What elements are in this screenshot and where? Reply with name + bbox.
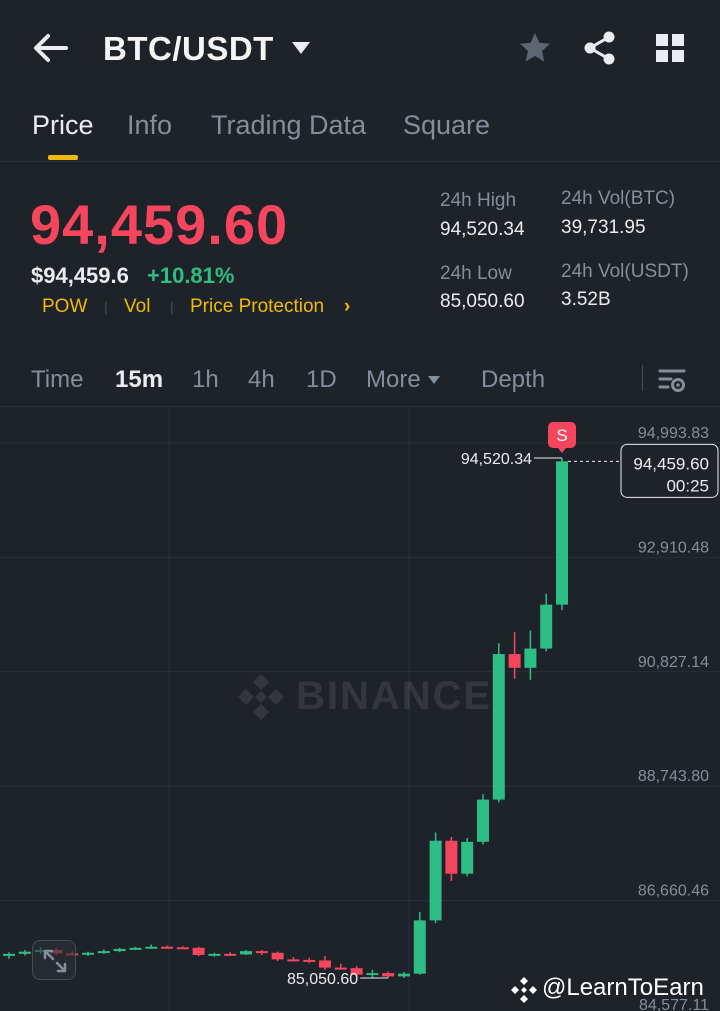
- tab-info[interactable]: Info: [127, 110, 172, 141]
- signal-badge-pointer: [558, 448, 566, 454]
- trading-pair-title[interactable]: BTC/USDT: [103, 30, 274, 68]
- dropdown-caret-icon[interactable]: [290, 40, 312, 56]
- tab-price[interactable]: Price: [32, 110, 94, 141]
- candle-body: [366, 973, 379, 976]
- candle-body: [461, 841, 474, 874]
- interval-1d[interactable]: 1D: [306, 366, 337, 394]
- candle-body: [334, 967, 347, 970]
- tag-price-protection[interactable]: Price Protection: [190, 296, 324, 318]
- candle-body: [113, 948, 126, 952]
- high-marker-label: 94,520.34: [461, 451, 532, 468]
- candle-body: [429, 840, 442, 921]
- tag-pow[interactable]: POW: [42, 296, 87, 318]
- candle-body: [3, 953, 15, 956]
- candle-body: [82, 952, 94, 955]
- tab-square[interactable]: Square: [403, 110, 490, 141]
- candle-body: [492, 654, 505, 800]
- candle-body: [129, 947, 142, 950]
- top-bar: BTC/USDT: [0, 0, 720, 100]
- low-label: 24h Low: [440, 263, 512, 284]
- candle-body: [192, 947, 205, 955]
- interval-4h[interactable]: 4h: [248, 366, 275, 394]
- candle-body: [224, 953, 237, 956]
- candle-body: [556, 461, 568, 605]
- credit-text: @LearnToEarn: [542, 974, 704, 1001]
- candle-body: [240, 951, 252, 955]
- candle-body: [287, 959, 300, 962]
- interval-15m[interactable]: 15m: [115, 366, 163, 394]
- candle-body: [398, 973, 410, 977]
- y-axis-tick-label: 92,910.48: [638, 539, 709, 556]
- binance-logo-icon: [238, 674, 284, 720]
- candle-body: [540, 604, 553, 649]
- grid-menu-icon[interactable]: [653, 31, 687, 65]
- binance-watermark: BINANCE: [236, 672, 490, 722]
- low-marker-label: 85,050.60: [287, 971, 358, 988]
- candle-body: [382, 973, 395, 977]
- star-icon[interactable]: [517, 30, 553, 66]
- fullscreen-button[interactable]: [32, 940, 76, 980]
- binance-logo-icon: [511, 977, 537, 1003]
- candle-body: [97, 951, 110, 954]
- candle-body: [18, 951, 31, 954]
- interval-time[interactable]: Time: [31, 366, 83, 394]
- candle-body: [477, 799, 489, 842]
- tab-trading-data[interactable]: Trading Data: [211, 110, 366, 141]
- expand-icon: [43, 949, 67, 973]
- price-change-percent: +10.81%: [147, 263, 235, 288]
- divider: [642, 365, 643, 391]
- more-caret-icon[interactable]: [427, 375, 441, 385]
- share-icon[interactable]: [582, 30, 618, 66]
- vol-usdt-label: 24h Vol(USDT): [561, 261, 689, 282]
- candle-body: [208, 953, 221, 956]
- interval-more[interactable]: More: [366, 366, 421, 394]
- interval-1h[interactable]: 1h: [192, 366, 219, 394]
- back-arrow-icon[interactable]: [30, 30, 70, 66]
- countdown-label: 00:25: [666, 476, 709, 495]
- candle-body: [161, 946, 173, 949]
- candle-body: [508, 654, 521, 668]
- candle-body: [445, 840, 458, 874]
- high-label: 24h High: [440, 190, 517, 211]
- y-axis-tick-label: 86,660.46: [638, 883, 709, 900]
- candle-body: [303, 959, 316, 962]
- signal-badge-label: S: [556, 426, 567, 445]
- interval-bar: Time 15m 1h 4h 1D More Depth: [0, 355, 720, 407]
- candle-body: [271, 952, 284, 960]
- vol-btc-label: 24h Vol(BTC): [561, 188, 676, 209]
- tag-separator: |: [104, 299, 108, 315]
- chevron-right-icon[interactable]: ›: [344, 296, 350, 318]
- current-price-label: 94,459.60: [633, 454, 709, 473]
- chart-settings-icon[interactable]: [657, 365, 687, 395]
- vol-btc-value: 39,731.95: [561, 217, 646, 238]
- candle-body: [176, 947, 189, 950]
- candle-body: [319, 960, 331, 968]
- high-value: 94,520.34: [440, 219, 525, 240]
- section-tabs: Price Info Trading Data Square: [0, 100, 720, 162]
- tag-separator: |: [170, 299, 174, 315]
- active-tab-indicator: [48, 155, 78, 160]
- watermark-text: BINANCE: [296, 674, 493, 718]
- y-axis-tick-label: 88,743.80: [638, 768, 709, 785]
- usd-price: $94,459.6: [31, 263, 129, 288]
- last-price: 94,459.60: [30, 193, 289, 256]
- candle-body: [145, 946, 158, 949]
- tag-vol[interactable]: Vol: [124, 296, 150, 318]
- candle-body: [413, 920, 426, 974]
- candle-body: [255, 951, 268, 954]
- interval-depth[interactable]: Depth: [481, 366, 545, 394]
- y-axis-tick-label: 94,993.83: [638, 425, 709, 442]
- candle-body: [524, 648, 537, 668]
- y-axis-tick-label: 90,827.14: [638, 654, 709, 671]
- low-value: 85,050.60: [440, 291, 525, 312]
- vol-usdt-value: 3.52B: [561, 289, 611, 310]
